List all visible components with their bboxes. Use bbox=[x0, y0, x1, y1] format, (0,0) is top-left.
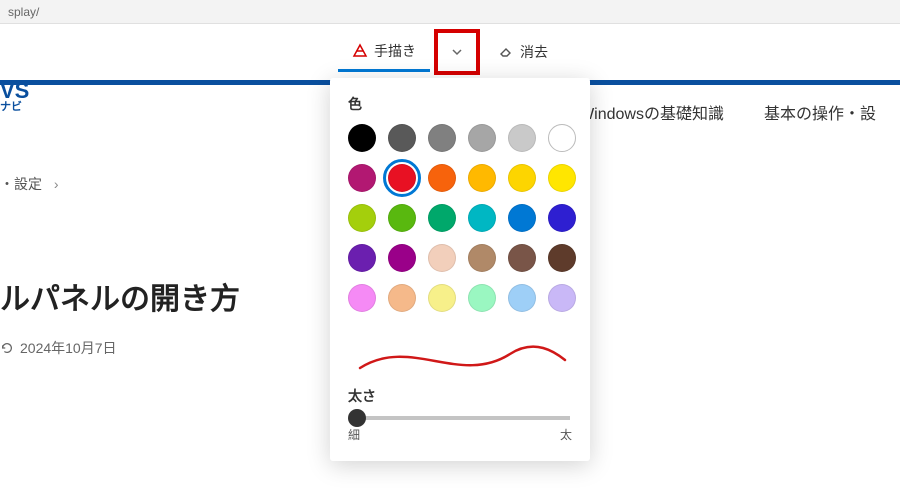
draw-label: 手描き bbox=[374, 41, 416, 61]
slider-labels: 細 太 bbox=[348, 426, 572, 443]
color-swatch[interactable] bbox=[428, 164, 456, 192]
url-bar: splay/ bbox=[0, 0, 900, 24]
color-swatch[interactable] bbox=[508, 244, 536, 272]
slider-thumb[interactable] bbox=[348, 409, 366, 427]
chevron-down-icon bbox=[450, 45, 464, 59]
erase-label: 消去 bbox=[520, 42, 548, 62]
color-heading: 色 bbox=[348, 94, 572, 114]
url-fragment: splay/ bbox=[8, 5, 39, 19]
thick-label: 太 bbox=[560, 426, 572, 443]
slider-track bbox=[350, 416, 570, 420]
color-swatch[interactable] bbox=[388, 244, 416, 272]
color-swatch[interactable] bbox=[428, 124, 456, 152]
eraser-icon bbox=[498, 44, 514, 60]
pen-icon bbox=[352, 43, 368, 59]
thickness-slider[interactable]: 細 太 bbox=[348, 416, 572, 443]
color-swatch[interactable] bbox=[508, 164, 536, 192]
color-swatch[interactable] bbox=[468, 204, 496, 232]
color-swatch[interactable] bbox=[388, 124, 416, 152]
logo-main: VS bbox=[0, 80, 29, 102]
stroke-preview bbox=[348, 330, 572, 386]
color-swatch[interactable] bbox=[468, 244, 496, 272]
color-swatch[interactable] bbox=[508, 204, 536, 232]
annotation-toolbar: 手描き 消去 bbox=[0, 24, 900, 80]
nav-item-ops[interactable]: 基本の操作・設 bbox=[764, 100, 876, 124]
color-swatch-grid bbox=[348, 124, 572, 312]
highlight-box bbox=[434, 29, 480, 75]
color-swatch[interactable] bbox=[548, 124, 576, 152]
thickness-heading: 太さ bbox=[348, 386, 572, 406]
color-swatch[interactable] bbox=[348, 164, 376, 192]
draw-button[interactable]: 手描き bbox=[338, 33, 430, 72]
color-swatch[interactable] bbox=[428, 284, 456, 312]
breadcrumb-item[interactable]: ・設定 bbox=[0, 176, 42, 192]
color-swatch[interactable] bbox=[548, 204, 576, 232]
color-swatch[interactable] bbox=[548, 284, 576, 312]
color-swatch[interactable] bbox=[508, 124, 536, 152]
site-logo: VS ナビ bbox=[0, 80, 29, 113]
thin-label: 細 bbox=[348, 426, 360, 443]
date-text: 2024年10月7日 bbox=[20, 338, 117, 358]
color-swatch[interactable] bbox=[468, 164, 496, 192]
color-swatch[interactable] bbox=[348, 244, 376, 272]
color-swatch[interactable] bbox=[428, 244, 456, 272]
color-swatch[interactable] bbox=[428, 204, 456, 232]
color-swatch[interactable] bbox=[388, 204, 416, 232]
color-swatch[interactable] bbox=[348, 124, 376, 152]
chevron-right-icon: › bbox=[54, 176, 59, 192]
color-swatch[interactable] bbox=[508, 284, 536, 312]
color-swatch[interactable] bbox=[468, 124, 496, 152]
draw-options-popup: 色 太さ 細 太 bbox=[330, 78, 590, 461]
color-swatch[interactable] bbox=[468, 284, 496, 312]
nav-item-basics[interactable]: Windowsの基礎知識 bbox=[579, 100, 724, 124]
color-swatch[interactable] bbox=[348, 284, 376, 312]
color-swatch[interactable] bbox=[548, 164, 576, 192]
refresh-icon bbox=[0, 341, 14, 355]
erase-button[interactable]: 消去 bbox=[484, 34, 562, 70]
draw-options-dropdown[interactable] bbox=[440, 35, 474, 69]
color-swatch[interactable] bbox=[548, 244, 576, 272]
color-swatch[interactable] bbox=[388, 284, 416, 312]
color-swatch[interactable] bbox=[348, 204, 376, 232]
logo-sub: ナビ bbox=[0, 102, 29, 113]
color-swatch[interactable] bbox=[388, 164, 416, 192]
